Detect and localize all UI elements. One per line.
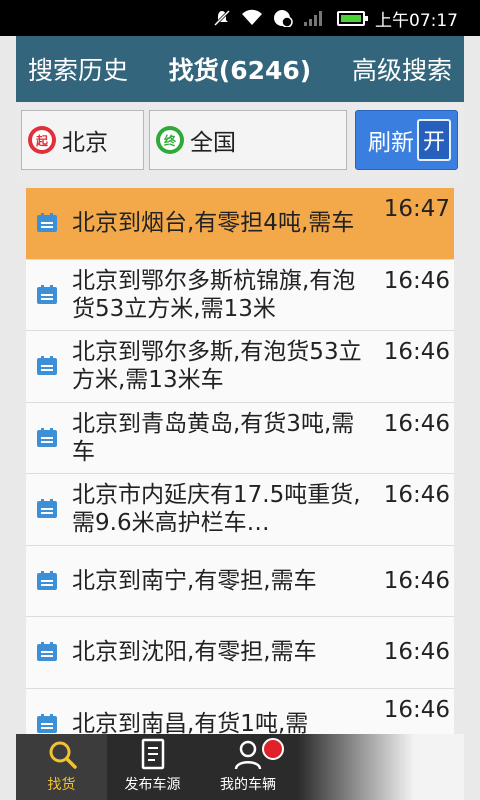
signal-icon	[303, 9, 327, 27]
search-icon	[44, 738, 80, 770]
document-icon	[37, 213, 57, 233]
list-item[interactable]: 北京到南昌,有货1吨,需 16:46	[26, 688, 454, 734]
listing-time: 16:46	[383, 696, 450, 723]
listing-time: 16:46	[383, 567, 450, 594]
sync-icon	[273, 9, 293, 27]
listing-time: 16:46	[383, 267, 450, 294]
document-icon	[37, 642, 57, 662]
listing-time: 16:46	[383, 482, 450, 508]
list-item[interactable]: 北京到烟台,有零担4吨,需车 16:47	[26, 188, 454, 260]
listing-text: 北京到鄂尔多斯,有泡货53立方米,需13米车	[72, 339, 362, 394]
notification-badge	[262, 738, 284, 760]
origin-field[interactable]: 起 北京	[21, 110, 144, 170]
list-item[interactable]: 北京到鄂尔多斯杭锦旗,有泡货53立方米,需13米 16:46	[26, 259, 454, 331]
nav-label: 我的车辆	[220, 777, 276, 793]
user-icon	[230, 738, 266, 770]
status-bar: 上午07:17	[0, 0, 480, 36]
list-item[interactable]: 北京到青岛黄岛,有货3吨,需车 16:46	[26, 402, 454, 474]
destination-field[interactable]: 终 全国	[149, 110, 347, 170]
listing-text: 北京到鄂尔多斯杭锦旗,有泡货53立方米,需13米	[72, 267, 356, 322]
header-tabs: 搜索历史 找货(6246) 高级搜索	[16, 36, 464, 102]
nav-label: 发布车源	[124, 777, 181, 793]
document-icon	[37, 570, 57, 590]
auto-refresh-toggle[interactable]: 开	[417, 119, 451, 161]
destination-pin-icon: 终	[156, 126, 184, 154]
listing-time: 16:46	[383, 639, 450, 666]
nav-my-vehicles[interactable]: 我的车辆	[198, 734, 298, 800]
document-icon	[37, 356, 57, 376]
battery-icon	[337, 10, 368, 26]
list-item[interactable]: 北京市内延庆有17.5吨重货,需9.6米高护栏车… 16:46	[26, 474, 454, 546]
document-icon	[135, 738, 171, 770]
document-icon	[37, 427, 57, 447]
list-item[interactable]: 北京到南宁,有零担,需车 16:46	[26, 545, 454, 617]
bottom-nav: 找货 发布车源 我的车辆	[16, 734, 464, 800]
listing-text: 北京市内延庆有17.5吨重货,需9.6米高护栏车…	[72, 482, 361, 537]
origin-value: 北京	[62, 130, 108, 156]
document-icon	[37, 499, 57, 519]
status-time: 上午07:17	[375, 10, 458, 31]
refresh-label: 刷新	[368, 130, 414, 156]
listing-time: 16:46	[383, 410, 450, 437]
origin-pin-icon: 起	[28, 126, 56, 154]
listing-text: 北京到青岛黄岛,有货3吨,需车	[72, 410, 355, 465]
tab-search-history[interactable]: 搜索历史	[28, 47, 128, 91]
listing-text: 北京到南宁,有零担,需车	[72, 567, 317, 594]
listing-time: 16:46	[383, 339, 450, 365]
destination-value: 全国	[190, 130, 236, 156]
wifi-icon	[241, 9, 263, 27]
nav-label: 找货	[47, 777, 76, 793]
list-item[interactable]: 北京到鄂尔多斯,有泡货53立方米,需13米车 16:46	[26, 331, 454, 403]
nav-overflow-fade	[298, 734, 464, 800]
refresh-button[interactable]: 刷新 开	[355, 110, 458, 170]
cargo-list[interactable]: 北京到烟台,有零担4吨,需车 16:47 北京到鄂尔多斯杭锦旗,有泡货53立方米…	[26, 188, 454, 734]
listing-text: 北京到沈阳,有零担,需车	[72, 639, 317, 666]
listing-text: 北京到南昌,有货1吨,需	[72, 710, 309, 734]
tab-find-cargo[interactable]: 找货(6246)	[169, 47, 311, 91]
listing-time: 16:47	[383, 196, 450, 222]
nav-publish-vehicle[interactable]: 发布车源	[107, 734, 198, 800]
listing-text: 北京到烟台,有零担4吨,需车	[72, 210, 355, 237]
nav-find-cargo[interactable]: 找货	[16, 734, 107, 800]
document-icon	[37, 284, 57, 304]
list-item[interactable]: 北京到沈阳,有零担,需车 16:46	[26, 617, 454, 689]
tab-advanced-search[interactable]: 高级搜索	[352, 47, 452, 91]
document-icon	[37, 713, 57, 733]
search-row: 起 北京 终 全国 刷新 开	[16, 102, 464, 184]
mute-icon	[213, 9, 231, 27]
